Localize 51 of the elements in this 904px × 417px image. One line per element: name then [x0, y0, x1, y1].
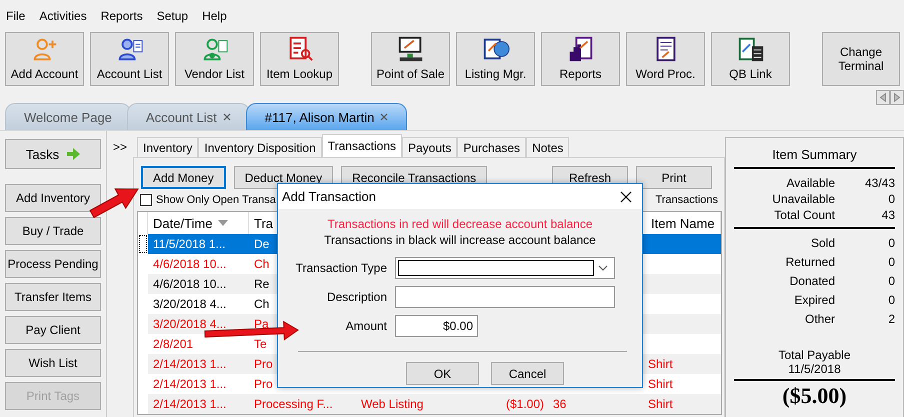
field-label: Amount — [344, 319, 387, 333]
summary-label: Returned — [784, 255, 835, 269]
table-cell: Shirt — [648, 397, 673, 411]
table-cell: 2/14/2013 1... — [153, 357, 226, 371]
table-cell: Ch — [254, 297, 270, 311]
table-cell: Shirt — [648, 357, 673, 371]
table-cell: 11/5/2018 1... — [153, 237, 226, 251]
info-text: Transactions in black will increase account balance — [324, 233, 596, 247]
table-cell: 3/20/2018 4... — [153, 317, 226, 331]
table-cell: 36 — [553, 397, 566, 411]
summary-value: 43 — [880, 208, 895, 222]
summary-label: Expired — [793, 293, 835, 307]
table-cell: ($1.00) — [506, 397, 544, 411]
summary-value: 0 — [887, 293, 895, 307]
table-cell: 2/14/2013 1... — [153, 397, 226, 411]
table-cell: 4/6/2018 10... — [153, 277, 226, 291]
summary-value: 0 — [887, 255, 895, 269]
summary-value: 2 — [887, 312, 895, 326]
transactions-label: Transactions — [655, 194, 718, 206]
summary-value: 0 — [887, 236, 895, 250]
table-cell: 2/8/201 — [153, 337, 194, 351]
table-cell: Processing F... — [254, 397, 333, 411]
table-cell: Pro — [254, 377, 273, 391]
summary-value: 43/43 — [864, 176, 895, 190]
summary-value: 0 — [887, 192, 895, 206]
table-cell: De — [254, 237, 270, 251]
summary-title: Item Summary — [771, 146, 858, 164]
total-payable-label: Total Payable — [778, 348, 851, 362]
summary-label: Total Count — [773, 208, 835, 222]
payable-amount: ($5.00) — [781, 382, 848, 410]
summary-label: Unavailable — [771, 192, 835, 206]
summary-value: 0 — [887, 274, 895, 288]
table-cell: Re — [254, 277, 270, 291]
table-cell: Web Listing — [361, 397, 424, 411]
table-cell: 4/6/2018 10... — [153, 257, 226, 271]
field-label: Description — [326, 290, 387, 304]
table-cell: 2/14/2013 1... — [153, 377, 226, 391]
payable-date: 11/5/2018 — [788, 362, 841, 376]
summary-label: Other — [804, 312, 835, 326]
info-text: Transactions in red will decrease account balance — [327, 217, 593, 231]
dialog-title: Add Transaction — [282, 189, 376, 204]
table-cell: Pa — [254, 317, 269, 331]
summary-label: Available — [786, 176, 835, 190]
summary-label: Sold — [810, 236, 835, 250]
summary-label: Donated — [788, 274, 835, 288]
table-cell: Pro — [254, 357, 273, 371]
field-label: Transaction Type — [294, 261, 387, 275]
table-cell: 3/20/2018 4... — [153, 297, 226, 311]
table-cell: Ch — [254, 257, 270, 271]
table-cell: Te — [254, 337, 267, 351]
table-cell: Shirt — [648, 377, 673, 391]
